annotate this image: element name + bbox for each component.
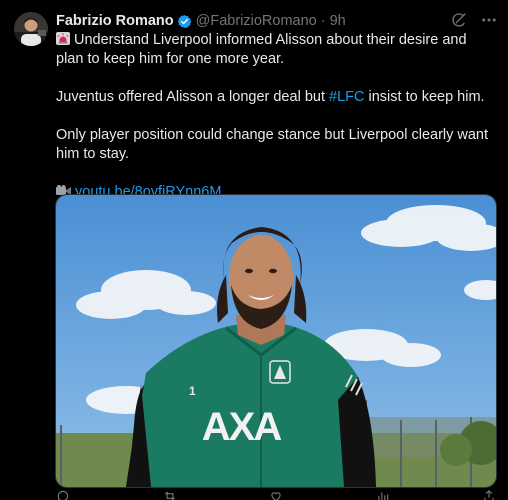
separator-dot: · — [320, 13, 326, 29]
tweet-line-3: Only player position could change stance… — [56, 127, 489, 162]
siren-icon — [56, 32, 70, 45]
tweet[interactable]: Fabrizio Romano @FabrizioRomano · 9h Und… — [0, 0, 508, 500]
reply-button[interactable] — [56, 489, 70, 500]
share-icon — [484, 489, 494, 500]
author-name[interactable]: Fabrizio Romano — [56, 13, 174, 29]
tweet-paragraph-1: Understand Liverpool informed Alisson ab… — [56, 31, 496, 69]
tweet-paragraph-2: Juventus offered Alisson a longer deal b… — [56, 88, 496, 107]
tweet-actions — [56, 489, 496, 500]
retweet-button[interactable] — [163, 489, 177, 500]
author-handle[interactable]: @FabrizioRomano — [196, 13, 317, 29]
hashtag-link[interactable]: #LFC — [329, 89, 364, 105]
svg-text:1: 1 — [189, 384, 196, 398]
grok-icon[interactable] — [450, 11, 468, 29]
svg-text:AXA: AXA — [202, 405, 282, 449]
reply-icon — [57, 490, 69, 500]
tweet-text: Understand Liverpool informed Alisson ab… — [56, 31, 496, 221]
tweet-line-2-before: Juventus offered Alisson a longer deal b… — [56, 89, 330, 105]
tweet-photo[interactable]: AXA 1 — [55, 194, 497, 488]
more-icon[interactable] — [480, 11, 498, 29]
timestamp[interactable]: 9h — [330, 13, 346, 29]
views-icon — [377, 492, 388, 500]
heart-icon — [271, 492, 281, 500]
verified-badge-icon — [177, 14, 192, 29]
tweet-line-1: Understand Liverpool informed Alisson ab… — [56, 32, 467, 67]
tweet-line-2-after: insist to keep him. — [364, 89, 485, 105]
like-button[interactable] — [269, 489, 283, 500]
tweet-paragraph-3: Only player position could change stance… — [56, 126, 496, 164]
header-actions — [450, 11, 498, 29]
views-button[interactable] — [376, 489, 390, 500]
tweet-header: Fabrizio Romano @FabrizioRomano · 9h — [56, 11, 498, 31]
share-button[interactable] — [482, 489, 496, 500]
retweet-icon — [164, 491, 175, 500]
avatar[interactable] — [14, 12, 48, 46]
